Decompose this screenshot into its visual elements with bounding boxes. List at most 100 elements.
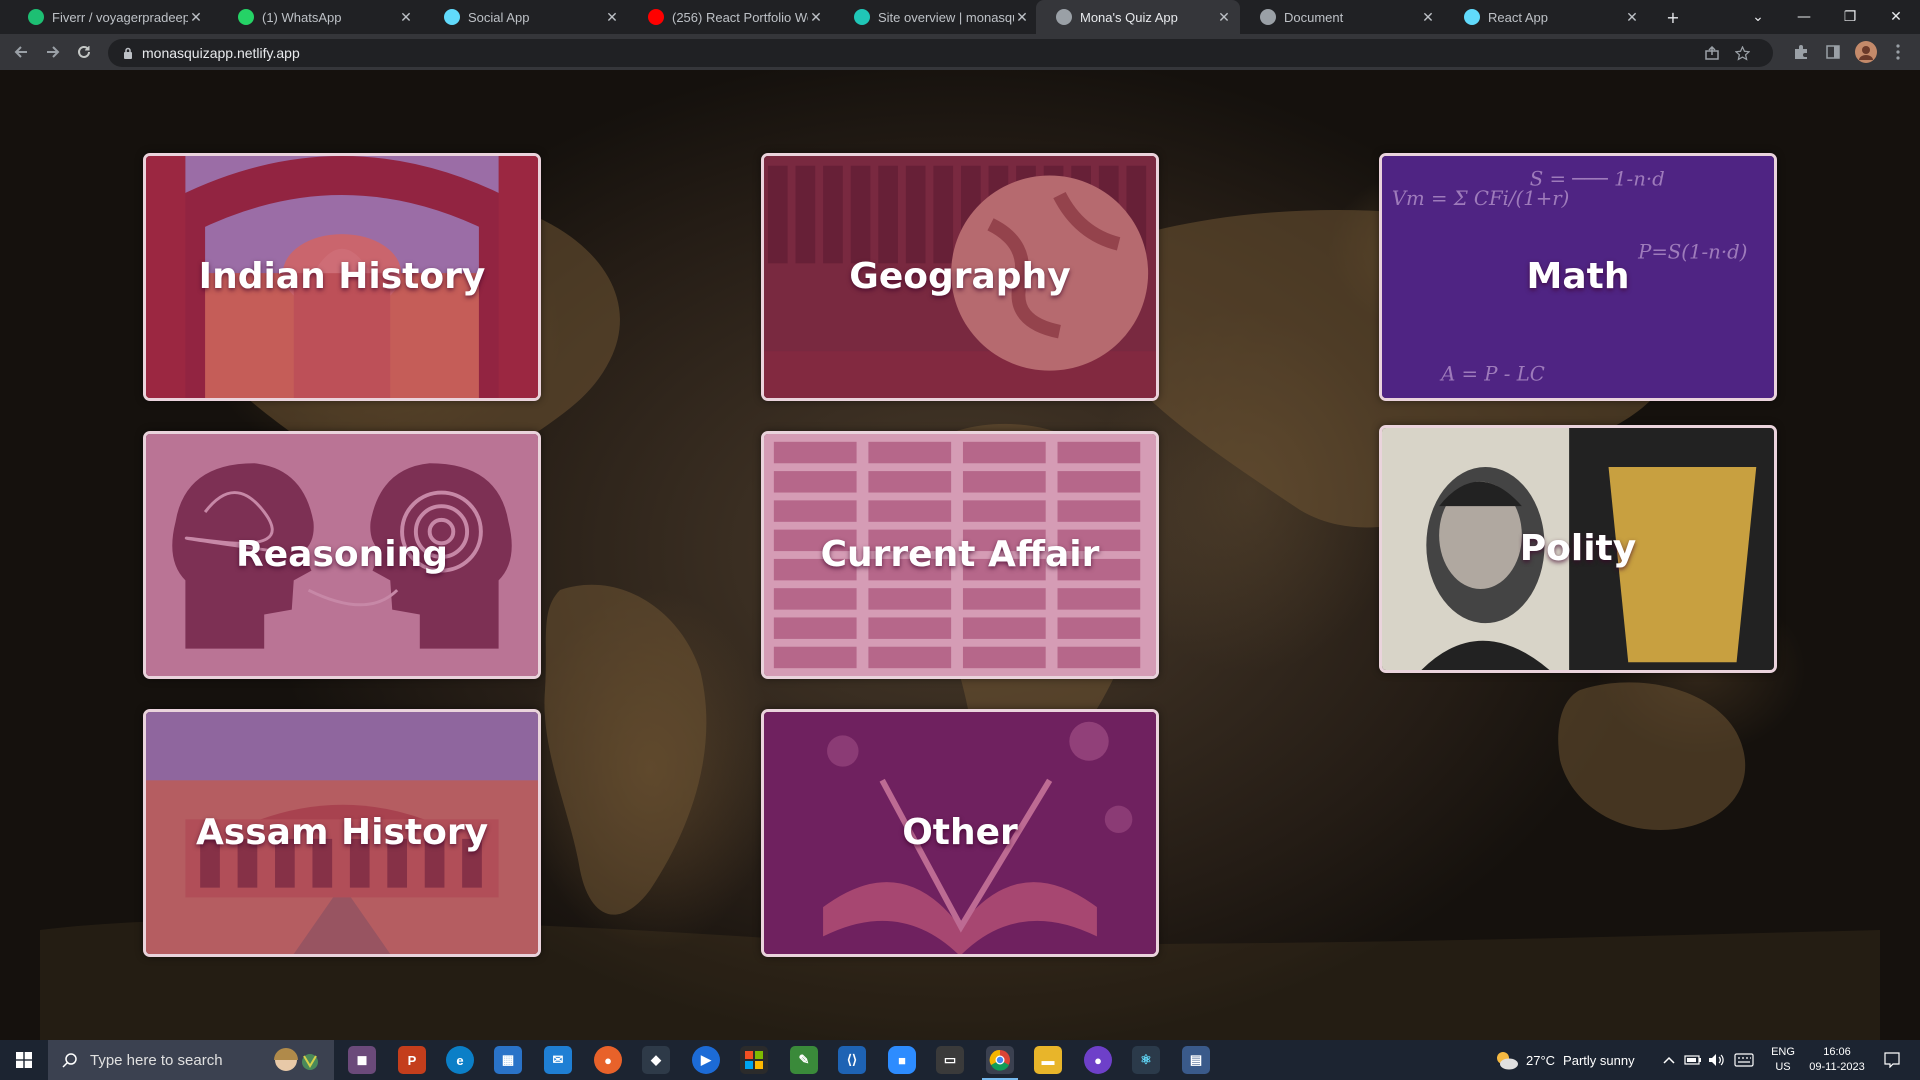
clock-date: 09-11-2023 [1809, 1061, 1865, 1073]
tab-title: (256) React Portfolio Web [672, 9, 808, 25]
tab-title: Mona's Quiz App [1080, 9, 1178, 25]
tab-title: React App [1488, 9, 1548, 25]
tab-search-button[interactable]: ⌄ [1738, 0, 1778, 34]
browser-tab[interactable]: Mona's Quiz App ✕ [1036, 0, 1240, 34]
browser-toolbar: monasquizapp.netlify.app [0, 34, 1920, 70]
minimize-button[interactable]: — [1784, 0, 1824, 34]
netlify-icon [854, 9, 870, 25]
tab-title: Site overview | monasqui [878, 9, 1014, 25]
browser-tab[interactable]: Fiverr / voyagerpradeep / ✕ [8, 0, 212, 34]
taskbar-app-notepad[interactable]: ✎ [790, 1046, 818, 1074]
weather-description: Partly sunny [1563, 1052, 1635, 1068]
taskbar-app-terminal[interactable]: ▭ [936, 1046, 964, 1074]
globe-icon [1260, 9, 1276, 25]
close-tab-icon[interactable]: ✕ [1014, 9, 1030, 26]
language-indicator[interactable]: ENG US [1766, 1040, 1800, 1080]
taskbar-app-mail[interactable]: ✉ [544, 1046, 572, 1074]
share-button[interactable] [1698, 39, 1726, 67]
keyboard-indicator[interactable] [1734, 1040, 1754, 1080]
new-tab-button[interactable]: + [1653, 0, 1693, 34]
close-window-button[interactable]: ✕ [1876, 0, 1916, 34]
notepad-icon: ✎ [798, 1052, 810, 1067]
terminal-icon: ▭ [943, 1052, 957, 1067]
mail-icon: ✉ [552, 1052, 564, 1067]
forward-button[interactable] [38, 38, 66, 66]
close-tab-icon[interactable]: ✕ [808, 9, 824, 26]
vscode-icon: ⟨⟩ [846, 1052, 858, 1067]
menu-button[interactable] [1884, 38, 1912, 66]
globe-icon [1056, 9, 1072, 25]
taskbar-app-vscode[interactable]: ⟨⟩ [838, 1046, 866, 1074]
notifications-button[interactable] [1872, 1040, 1912, 1080]
keyboard-icon [1734, 1053, 1754, 1067]
puzzle-icon [1795, 45, 1807, 59]
kite-icon: ◆ [651, 1052, 661, 1067]
taskbar-app-github[interactable]: ● [1084, 1046, 1112, 1074]
reload-button[interactable] [70, 38, 98, 66]
reload-icon [78, 45, 90, 58]
taskbar-app-people[interactable]: ◼ [348, 1046, 376, 1074]
taskbar-app-chrome[interactable] [986, 1046, 1014, 1074]
tab-title: Social App [468, 9, 530, 25]
browser-tab[interactable]: React App ✕ [1444, 0, 1648, 34]
close-tab-icon[interactable]: ✕ [1420, 9, 1436, 26]
browser-tab[interactable]: (1) WhatsApp ✕ [218, 0, 422, 34]
taskbar-app-react-devtool[interactable]: ⚛ [1132, 1046, 1160, 1074]
category-card[interactable]: Indian History [143, 153, 541, 401]
taskbar-app-microsoft[interactable] [740, 1046, 768, 1074]
search-highlight-icon [274, 1048, 318, 1071]
category-card[interactable]: Current Affair [761, 431, 1159, 679]
react-icon: ⚛ [1140, 1052, 1152, 1067]
close-tab-icon[interactable]: ✕ [604, 9, 620, 26]
taskbar-app-store[interactable]: ▦ [494, 1046, 522, 1074]
battery-indicator[interactable] [1684, 1040, 1702, 1080]
category-card[interactable]: Reasoning [143, 431, 541, 679]
browser-tab[interactable]: Document ✕ [1240, 0, 1444, 34]
taskbar-app-zoom[interactable]: ■ [888, 1046, 916, 1074]
folder-icon: ▬ [1041, 1052, 1055, 1068]
category-card[interactable]: Assam History [143, 709, 541, 957]
youtube-icon [648, 9, 664, 25]
taskbar-app-firefox[interactable]: ● [594, 1046, 622, 1074]
taskbar-app-sublime[interactable]: ▤ [1182, 1046, 1210, 1074]
address-bar[interactable]: monasquizapp.netlify.app [108, 39, 1773, 67]
arrow-left-icon [14, 46, 27, 58]
close-tab-icon[interactable]: ✕ [1216, 9, 1232, 26]
close-tab-icon[interactable]: ✕ [188, 9, 204, 26]
back-button[interactable] [8, 38, 36, 66]
volume-indicator[interactable] [1708, 1040, 1726, 1080]
close-tab-icon[interactable]: ✕ [1624, 9, 1640, 26]
firefox-icon: ● [604, 1052, 612, 1068]
category-card[interactable]: Other [761, 709, 1159, 957]
bookmark-button[interactable] [1728, 39, 1756, 67]
avatar-icon [1855, 41, 1877, 63]
clock[interactable]: 16:06 09-11-2023 [1802, 1040, 1872, 1080]
taskbar-app-edge[interactable]: e [446, 1046, 474, 1074]
taskbar-app-powerpoint[interactable]: P [398, 1046, 426, 1074]
start-button[interactable] [0, 1040, 48, 1080]
profile-avatar[interactable] [1852, 38, 1880, 66]
extensions-button[interactable] [1787, 38, 1815, 66]
battery-icon [1684, 1055, 1701, 1065]
category-label: Reasoning [236, 534, 448, 575]
weather-widget[interactable]: 27°C Partly sunny [1494, 1040, 1635, 1080]
taskbar-app-file-explorer[interactable]: ▬ [1034, 1046, 1062, 1074]
browser-tab[interactable]: Site overview | monasqui ✕ [834, 0, 1038, 34]
browser-tab[interactable]: Social App ✕ [424, 0, 628, 34]
browser-tab[interactable]: (256) React Portfolio Web ✕ [628, 0, 832, 34]
side-panel-button[interactable] [1819, 38, 1847, 66]
windows-taskbar: Type here to search ◼ P e ▦ ✉ ● ◆ ▶ ✎ ⟨⟩… [0, 1040, 1920, 1080]
taskbar-search-box[interactable]: Type here to search [48, 1040, 334, 1080]
category-label: Geography [849, 256, 1071, 297]
taskbar-app-kite[interactable]: ◆ [642, 1046, 670, 1074]
category-card[interactable]: S = ─── 1-n·d Vm = Σ CFi/(1+r) P=S(1-n·d) A… [1379, 153, 1777, 401]
category-card[interactable]: Polity [1379, 425, 1777, 673]
close-tab-icon[interactable]: ✕ [398, 9, 414, 26]
tab-title: Document [1284, 9, 1344, 25]
language-code: ENG [1771, 1046, 1795, 1058]
taskbar-app-player[interactable]: ▶ [692, 1046, 720, 1074]
category-card[interactable]: Geography [761, 153, 1159, 401]
show-hidden-icons-button[interactable] [1660, 1040, 1678, 1080]
restore-button[interactable]: ❐ [1830, 0, 1870, 34]
category-label: Polity [1519, 528, 1637, 569]
